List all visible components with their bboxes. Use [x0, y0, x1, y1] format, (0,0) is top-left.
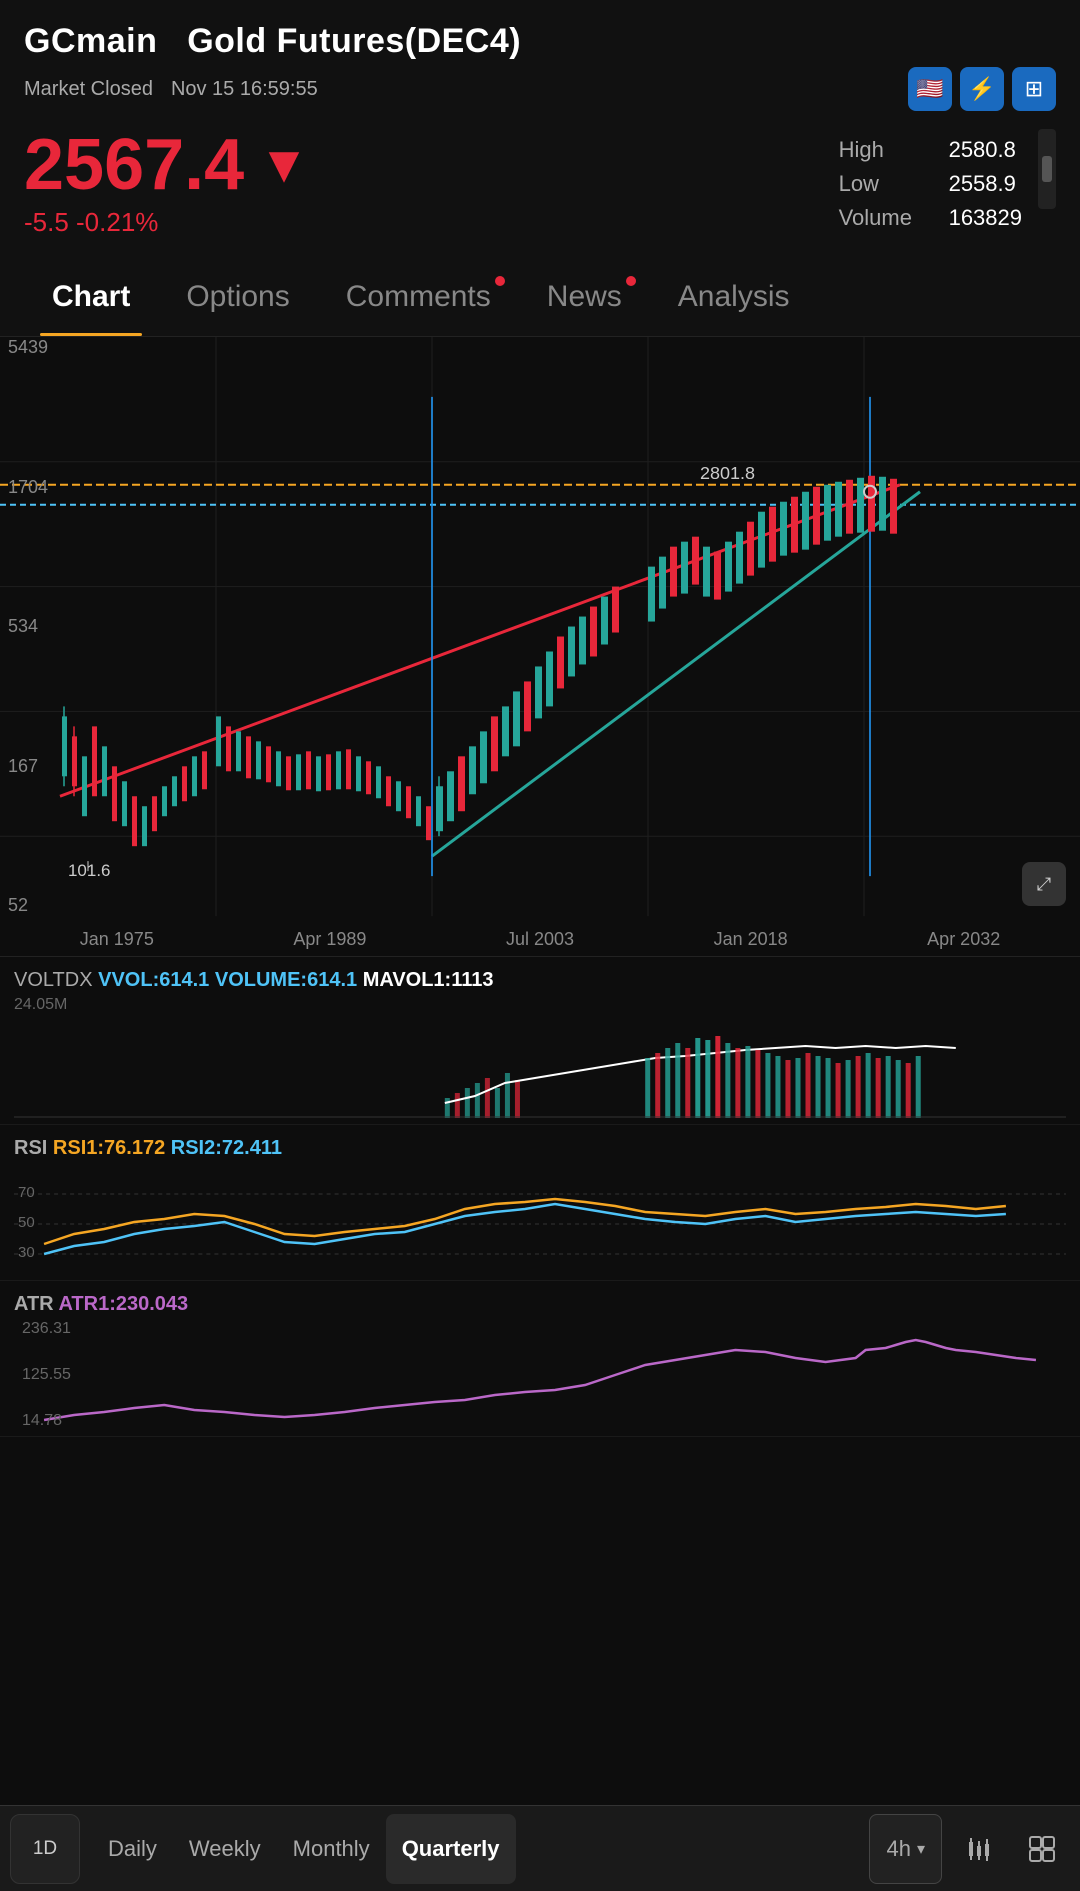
nav-tabs: Chart Options Comments News Analysis	[0, 254, 1080, 337]
news-dot	[626, 276, 636, 286]
layout-btn[interactable]	[1014, 1821, 1070, 1877]
market-timestamp: Nov 15 16:59:55	[171, 78, 318, 101]
rsi2-value: 72.411	[222, 1137, 282, 1159]
chart-svg: 2801.8	[0, 337, 1080, 956]
tab-options[interactable]: Options	[158, 254, 317, 336]
grid-icon-btn[interactable]: ⊞	[1012, 67, 1056, 111]
atr-chart	[14, 1320, 1066, 1430]
tab-chart[interactable]: Chart	[24, 254, 158, 336]
header: GCmain Gold Futures(DEC4) Market Closed …	[0, 0, 1080, 254]
timeframe-1d-btn[interactable]: 1D	[10, 1814, 80, 1884]
main-price-chart[interactable]: 5439 1704 534 167 52 2801.8	[0, 337, 1080, 957]
period-monthly-btn[interactable]: Monthly	[277, 1814, 386, 1884]
atr-title: ATR ATR1:230.043	[14, 1293, 1066, 1316]
period-daily-btn[interactable]: Daily	[92, 1814, 173, 1884]
atr-section: ATR ATR1:230.043 236.31 125.55 14.78	[0, 1281, 1080, 1437]
price-change: -5.5 -0.21%	[24, 207, 310, 238]
chart-x-labels: Jan 1975 Apr 1989 Jul 2003 Jan 2018 Apr …	[0, 929, 1080, 950]
x-label-1975: Jan 1975	[80, 929, 154, 950]
atr-svg	[14, 1320, 1066, 1440]
volume-row: Volume 163829	[839, 205, 1022, 231]
svg-text:101.6: 101.6	[68, 861, 111, 880]
low-row: Low 2558.9	[839, 171, 1016, 197]
svg-text:50: 50	[18, 1214, 35, 1231]
rsi-section: RSI RSI1:76.172 RSI2:72.411 70 50 30	[0, 1125, 1080, 1281]
high-row: High 2580.8	[839, 137, 1016, 163]
rsi2-label: RSI2:	[171, 1137, 222, 1159]
rsi-title: RSI RSI1:76.172 RSI2:72.411	[14, 1137, 1066, 1160]
atr1-label: ATR1:	[58, 1293, 115, 1315]
bolt-icon-btn[interactable]: ⚡	[960, 67, 1004, 111]
market-status-icons: 🇺🇸 ⚡ ⊞	[908, 67, 1056, 111]
voltdx-section: VOLTDX VVOL:614.1 VOLUME:614.1 MAVOL1:11…	[0, 957, 1080, 1125]
voltdx-volume-value: 614.1	[307, 969, 357, 991]
tab-news[interactable]: News	[519, 254, 650, 336]
svg-text:2801.8: 2801.8	[700, 463, 755, 483]
volume-label: Volume	[839, 205, 929, 231]
high-value: 2580.8	[949, 137, 1016, 163]
rsi-svg: 70 50 30	[14, 1164, 1066, 1284]
price-value: 2567.4	[24, 129, 244, 201]
voltdx-mavol-label: MAVOL1:	[363, 969, 452, 991]
market-status-row: Market Closed Nov 15 16:59:55 🇺🇸 ⚡ ⊞	[24, 67, 1056, 111]
rsi1-value: 76.172	[104, 1137, 165, 1159]
volume-value: 163829	[949, 205, 1022, 231]
voltdx-volume-label: VOLUME:	[215, 969, 307, 991]
market-status: Market Closed	[24, 78, 153, 101]
voltdx-title: VOLTDX VVOL:614.1 VOLUME:614.1 MAVOL1:11…	[14, 969, 1066, 992]
svg-text:30: 30	[18, 1244, 35, 1261]
voltdx-vvol-label: VVOL:	[98, 969, 159, 991]
atr-label: ATR	[14, 1293, 54, 1315]
flag-icon-btn[interactable]: 🇺🇸	[908, 67, 952, 111]
comments-dot	[495, 276, 505, 286]
fullscreen-button[interactable]: ⤢	[1022, 862, 1066, 906]
rsi1-label: RSI1:	[53, 1137, 104, 1159]
x-label-2018: Jan 2018	[714, 929, 788, 950]
voltdx-mavol-value: 1113	[451, 969, 493, 991]
low-value: 2558.9	[949, 171, 1016, 197]
voltdx-vvol-value: 614.1	[159, 969, 209, 991]
voltdx-label: VOLTDX	[14, 969, 93, 991]
price-stats: High 2580.8 Low 2558.9 Volume 163829	[839, 129, 1022, 231]
rsi-chart: 70 50 30	[14, 1164, 1066, 1274]
period-4h-btn[interactable]: 4h ▾	[869, 1814, 942, 1884]
x-label-1989: Apr 1989	[293, 929, 366, 950]
tab-comments[interactable]: Comments	[318, 254, 519, 336]
price-row: 2567.4 ▼ -5.5 -0.21% High 2580.8 Low 255…	[24, 129, 1056, 238]
market-status-left: Market Closed Nov 15 16:59:55	[24, 78, 318, 101]
grid-layout-icon	[1027, 1834, 1057, 1864]
period-weekly-btn[interactable]: Weekly	[173, 1814, 277, 1884]
toolbar-right: 4h ▾	[869, 1814, 1070, 1884]
ticker-symbol: GCmain	[24, 22, 157, 60]
voltdx-svg	[14, 1018, 1066, 1118]
candlestick-icon	[963, 1834, 993, 1864]
period-4h-label: 4h	[886, 1836, 910, 1862]
atr1-value: 230.043	[116, 1293, 188, 1315]
timeframe-1d-label: 1D	[33, 1838, 57, 1860]
high-label: High	[839, 137, 929, 163]
rsi-label: RSI	[14, 1137, 47, 1159]
main-price: 2567.4 ▼	[24, 129, 310, 201]
instrument-name: Gold Futures(DEC4)	[187, 22, 521, 60]
svg-text:70: 70	[18, 1184, 35, 1201]
bottom-toolbar: 1D Daily Weekly Monthly Quarterly 4h ▾	[0, 1805, 1080, 1891]
ticker-title: GCmain Gold Futures(DEC4)	[24, 22, 1056, 61]
x-label-2032: Apr 2032	[927, 929, 1000, 950]
x-label-2003: Jul 2003	[506, 929, 574, 950]
voltdx-chart	[14, 1018, 1066, 1118]
tab-analysis[interactable]: Analysis	[650, 254, 818, 336]
voltdx-y-max: 24.05M	[14, 996, 1066, 1014]
price-direction-icon: ▼	[258, 139, 309, 191]
chart-type-btn[interactable]	[950, 1821, 1006, 1877]
price-left: 2567.4 ▼ -5.5 -0.21%	[24, 129, 310, 238]
low-label: Low	[839, 171, 929, 197]
period-quarterly-btn[interactable]: Quarterly	[386, 1814, 516, 1884]
chevron-down-icon: ▾	[917, 1839, 925, 1859]
